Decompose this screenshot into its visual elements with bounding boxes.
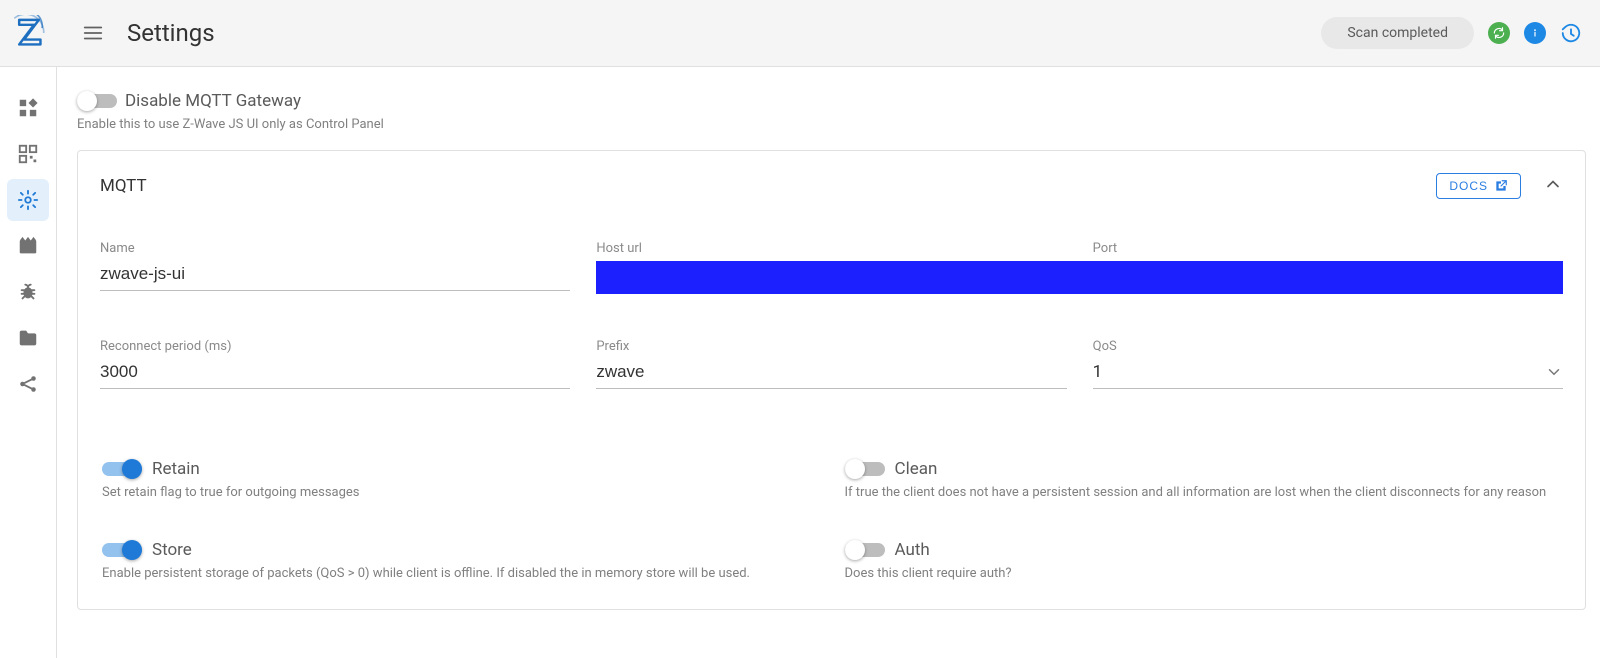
port-label: Port	[1093, 241, 1563, 256]
history-button[interactable]	[1560, 22, 1582, 44]
sidebar-item-dashboard[interactable]	[7, 87, 49, 129]
chevron-up-icon	[1543, 174, 1563, 194]
name-input[interactable]	[100, 260, 570, 291]
menu-button[interactable]	[69, 9, 117, 57]
collapse-button[interactable]	[1543, 174, 1563, 198]
folder-icon	[17, 327, 39, 349]
mqtt-card-title: MQTT	[100, 176, 147, 196]
sidebar-item-qrcode[interactable]	[7, 133, 49, 175]
reconnect-field: Reconnect period (ms)	[100, 339, 570, 389]
main-content: Disable MQTT Gateway Enable this to use …	[57, 67, 1600, 658]
clean-label: Clean	[895, 459, 938, 479]
sidebar-item-scenes[interactable]	[7, 225, 49, 267]
disable-mqtt-gateway-toggle[interactable]	[77, 91, 117, 111]
sidebar-item-settings[interactable]	[7, 179, 49, 221]
name-field: Name	[100, 241, 570, 291]
docs-button-label: DOCS	[1449, 179, 1488, 193]
qrcode-icon	[17, 143, 39, 165]
sidebar-item-store[interactable]	[7, 317, 49, 359]
info-button[interactable]	[1524, 22, 1546, 44]
disable-mqtt-gateway-label: Disable MQTT Gateway	[125, 91, 301, 111]
zwave-logo-icon	[12, 15, 46, 51]
auth-label: Auth	[895, 540, 930, 560]
prefix-label: Prefix	[596, 339, 1066, 354]
sidebar-item-debug[interactable]	[7, 271, 49, 313]
docs-button[interactable]: DOCS	[1436, 173, 1521, 199]
sidebar-item-network[interactable]	[7, 363, 49, 405]
chevron-down-icon	[1545, 363, 1563, 381]
store-hint: Enable persistent storage of packets (Qo…	[102, 566, 819, 581]
name-label: Name	[100, 241, 570, 256]
dashboard-icon	[17, 97, 39, 119]
store-toggle[interactable]	[102, 540, 142, 560]
bug-icon	[17, 281, 39, 303]
retain-label: Retain	[152, 459, 200, 479]
prefix-input[interactable]	[596, 358, 1066, 389]
mqtt-card: MQTT DOCS Name	[77, 150, 1586, 610]
qos-value: 1	[1093, 362, 1545, 382]
disable-mqtt-gateway-hint: Enable this to use Z-Wave JS UI only as …	[77, 117, 1586, 132]
gear-icon	[17, 189, 39, 211]
sync-button[interactable]	[1488, 22, 1510, 44]
qos-field: QoS 1	[1093, 339, 1563, 389]
top-bar: Settings Scan completed	[0, 0, 1600, 67]
host-port-group: Host url Port	[596, 241, 1563, 291]
share-icon	[17, 373, 39, 395]
reconnect-label: Reconnect period (ms)	[100, 339, 570, 354]
retain-hint: Set retain flag to true for outgoing mes…	[102, 485, 819, 500]
clean-hint: If true the client does not have a persi…	[845, 485, 1562, 500]
retain-toggle[interactable]	[102, 459, 142, 479]
app-logo	[0, 15, 57, 51]
host-label: Host url	[596, 241, 1066, 256]
history-icon	[1560, 22, 1582, 44]
qos-select[interactable]: 1	[1093, 358, 1563, 389]
open-in-new-icon	[1494, 179, 1508, 193]
sidebar	[0, 67, 57, 658]
movie-icon	[17, 235, 39, 257]
hamburger-icon	[82, 22, 104, 44]
sync-icon	[1492, 26, 1506, 40]
auth-toggle[interactable]	[845, 540, 885, 560]
page-title: Settings	[127, 19, 215, 47]
qos-label: QoS	[1093, 339, 1563, 354]
info-icon	[1528, 26, 1542, 40]
store-label: Store	[152, 540, 192, 560]
reconnect-input[interactable]	[100, 358, 570, 389]
auth-hint: Does this client require auth?	[845, 566, 1562, 581]
prefix-field: Prefix	[596, 339, 1066, 389]
host-port-redacted[interactable]	[596, 261, 1563, 294]
scan-status-chip: Scan completed	[1321, 17, 1474, 49]
clean-toggle[interactable]	[845, 459, 885, 479]
